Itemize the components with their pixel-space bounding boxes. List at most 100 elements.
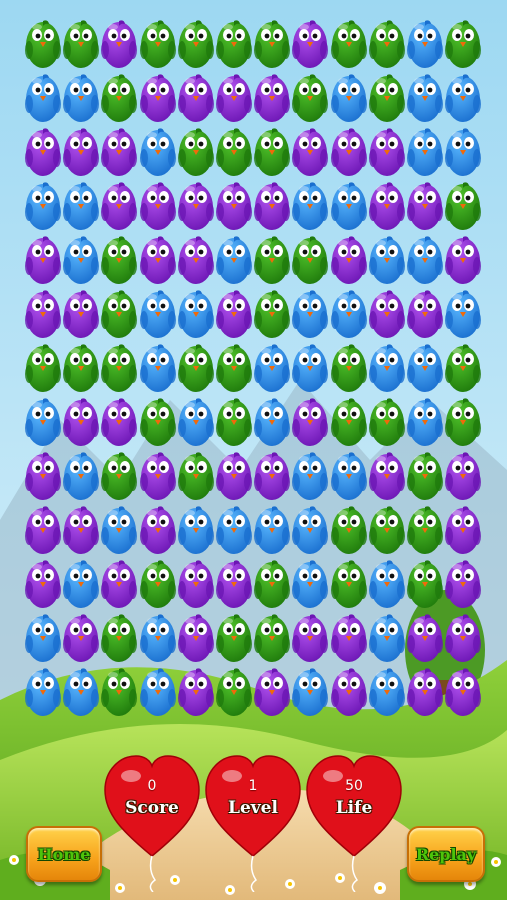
green-bird-icon[interactable]: [100, 234, 138, 286]
blue-bird-icon[interactable]: [24, 72, 62, 124]
purple-bird-icon[interactable]: [100, 558, 138, 610]
home-button[interactable]: Home: [26, 826, 102, 882]
purple-bird-icon[interactable]: [215, 72, 253, 124]
blue-bird-icon[interactable]: [330, 72, 368, 124]
purple-bird-icon[interactable]: [253, 72, 291, 124]
green-bird-icon[interactable]: [215, 612, 253, 664]
purple-bird-icon[interactable]: [444, 450, 482, 502]
blue-bird-icon[interactable]: [368, 558, 406, 610]
purple-bird-icon[interactable]: [215, 450, 253, 502]
purple-bird-icon[interactable]: [139, 504, 177, 556]
blue-bird-icon[interactable]: [291, 342, 329, 394]
blue-bird-icon[interactable]: [62, 180, 100, 232]
purple-bird-icon[interactable]: [444, 612, 482, 664]
green-bird-icon[interactable]: [253, 234, 291, 286]
purple-bird-icon[interactable]: [100, 396, 138, 448]
green-bird-icon[interactable]: [291, 234, 329, 286]
blue-bird-icon[interactable]: [330, 450, 368, 502]
blue-bird-icon[interactable]: [24, 612, 62, 664]
purple-bird-icon[interactable]: [330, 126, 368, 178]
purple-bird-icon[interactable]: [100, 180, 138, 232]
blue-bird-icon[interactable]: [291, 180, 329, 232]
blue-bird-icon[interactable]: [62, 666, 100, 718]
blue-bird-icon[interactable]: [24, 396, 62, 448]
green-bird-icon[interactable]: [253, 18, 291, 70]
blue-bird-icon[interactable]: [100, 504, 138, 556]
purple-bird-icon[interactable]: [253, 450, 291, 502]
blue-bird-icon[interactable]: [253, 342, 291, 394]
purple-bird-icon[interactable]: [62, 126, 100, 178]
green-bird-icon[interactable]: [330, 342, 368, 394]
green-bird-icon[interactable]: [406, 558, 444, 610]
purple-bird-icon[interactable]: [406, 288, 444, 340]
purple-bird-icon[interactable]: [291, 612, 329, 664]
green-bird-icon[interactable]: [215, 342, 253, 394]
blue-bird-icon[interactable]: [253, 396, 291, 448]
purple-bird-icon[interactable]: [62, 396, 100, 448]
purple-bird-icon[interactable]: [139, 180, 177, 232]
blue-bird-icon[interactable]: [406, 396, 444, 448]
green-bird-icon[interactable]: [139, 18, 177, 70]
purple-bird-icon[interactable]: [444, 558, 482, 610]
green-bird-icon[interactable]: [406, 450, 444, 502]
blue-bird-icon[interactable]: [62, 234, 100, 286]
blue-bird-icon[interactable]: [368, 666, 406, 718]
blue-bird-icon[interactable]: [406, 18, 444, 70]
green-bird-icon[interactable]: [253, 558, 291, 610]
blue-bird-icon[interactable]: [253, 504, 291, 556]
purple-bird-icon[interactable]: [139, 234, 177, 286]
green-bird-icon[interactable]: [100, 72, 138, 124]
purple-bird-icon[interactable]: [139, 72, 177, 124]
blue-bird-icon[interactable]: [139, 612, 177, 664]
purple-bird-icon[interactable]: [215, 558, 253, 610]
green-bird-icon[interactable]: [100, 288, 138, 340]
blue-bird-icon[interactable]: [177, 504, 215, 556]
green-bird-icon[interactable]: [444, 342, 482, 394]
purple-bird-icon[interactable]: [368, 450, 406, 502]
green-bird-icon[interactable]: [100, 450, 138, 502]
blue-bird-icon[interactable]: [406, 342, 444, 394]
purple-bird-icon[interactable]: [62, 504, 100, 556]
purple-bird-icon[interactable]: [177, 234, 215, 286]
blue-bird-icon[interactable]: [444, 72, 482, 124]
green-bird-icon[interactable]: [177, 126, 215, 178]
purple-bird-icon[interactable]: [406, 666, 444, 718]
green-bird-icon[interactable]: [330, 504, 368, 556]
green-bird-icon[interactable]: [368, 18, 406, 70]
green-bird-icon[interactable]: [177, 342, 215, 394]
green-bird-icon[interactable]: [291, 72, 329, 124]
blue-bird-icon[interactable]: [24, 666, 62, 718]
green-bird-icon[interactable]: [24, 342, 62, 394]
purple-bird-icon[interactable]: [177, 666, 215, 718]
purple-bird-icon[interactable]: [177, 180, 215, 232]
blue-bird-icon[interactable]: [62, 72, 100, 124]
blue-bird-icon[interactable]: [177, 396, 215, 448]
purple-bird-icon[interactable]: [330, 612, 368, 664]
green-bird-icon[interactable]: [100, 612, 138, 664]
green-bird-icon[interactable]: [330, 396, 368, 448]
green-bird-icon[interactable]: [24, 18, 62, 70]
purple-bird-icon[interactable]: [368, 126, 406, 178]
green-bird-icon[interactable]: [215, 396, 253, 448]
blue-bird-icon[interactable]: [444, 126, 482, 178]
purple-bird-icon[interactable]: [330, 666, 368, 718]
purple-bird-icon[interactable]: [24, 288, 62, 340]
green-bird-icon[interactable]: [139, 558, 177, 610]
blue-bird-icon[interactable]: [368, 342, 406, 394]
blue-bird-icon[interactable]: [406, 72, 444, 124]
green-bird-icon[interactable]: [444, 180, 482, 232]
purple-bird-icon[interactable]: [444, 504, 482, 556]
blue-bird-icon[interactable]: [368, 612, 406, 664]
green-bird-icon[interactable]: [62, 342, 100, 394]
purple-bird-icon[interactable]: [24, 558, 62, 610]
green-bird-icon[interactable]: [177, 450, 215, 502]
purple-bird-icon[interactable]: [62, 288, 100, 340]
green-bird-icon[interactable]: [62, 18, 100, 70]
green-bird-icon[interactable]: [139, 396, 177, 448]
blue-bird-icon[interactable]: [406, 234, 444, 286]
green-bird-icon[interactable]: [215, 126, 253, 178]
replay-button[interactable]: Replay: [407, 826, 485, 882]
blue-bird-icon[interactable]: [291, 450, 329, 502]
blue-bird-icon[interactable]: [406, 126, 444, 178]
purple-bird-icon[interactable]: [100, 18, 138, 70]
